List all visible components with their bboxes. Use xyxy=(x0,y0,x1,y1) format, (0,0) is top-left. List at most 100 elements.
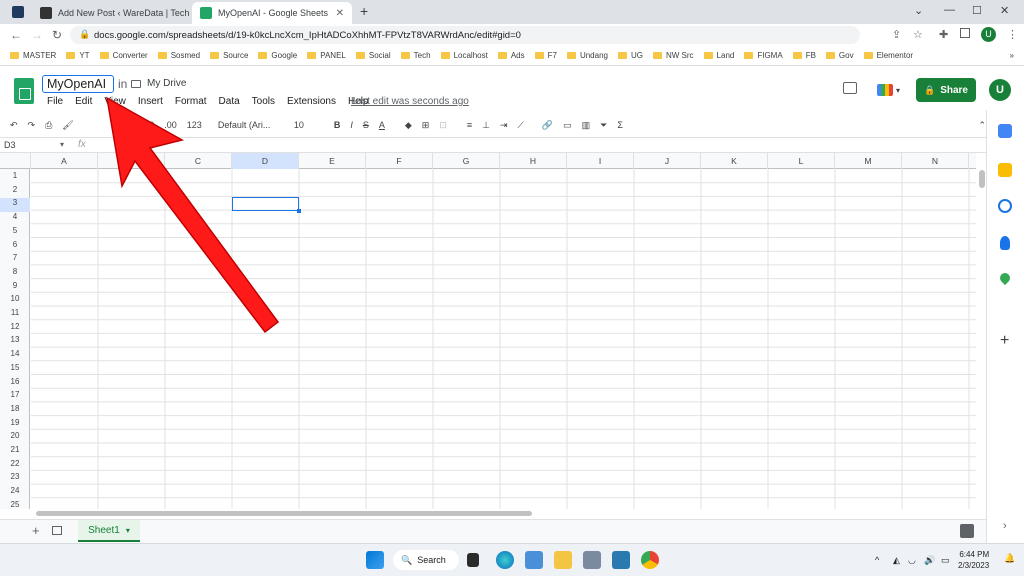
bookmark-item[interactable]: Localhost xyxy=(440,51,488,60)
row-header-16[interactable]: 16 xyxy=(0,377,30,391)
url-input[interactable]: 🔒 docs.google.com/spreadsheets/d/19-k0kc… xyxy=(70,26,860,44)
notifications-icon[interactable]: 🔔 xyxy=(1004,553,1015,564)
chrome-menu-icon[interactable]: ⋮ xyxy=(1007,28,1018,41)
row-header-10[interactable]: 10 xyxy=(0,294,30,308)
menu-insert[interactable]: Insert xyxy=(138,96,163,107)
bookmark-item[interactable]: UG xyxy=(617,51,643,60)
chrome-icon[interactable] xyxy=(641,551,659,569)
redo-icon[interactable]: ↷ xyxy=(28,120,36,131)
bookmark-item[interactable]: F7 xyxy=(534,51,557,60)
all-sheets-icon[interactable] xyxy=(52,526,62,535)
comment-history-icon[interactable] xyxy=(843,82,857,94)
bookmark-item[interactable]: FB xyxy=(792,51,816,60)
row-header-19[interactable]: 19 xyxy=(0,418,30,432)
bookmark-item[interactable]: Gov xyxy=(825,51,854,60)
selected-cell[interactable] xyxy=(232,197,299,211)
increase-decimal-button[interactable]: .00 xyxy=(164,120,177,130)
print-icon[interactable]: ⎙ xyxy=(45,120,52,131)
battery-icon[interactable]: ▭ xyxy=(941,555,950,566)
insert-comment-icon[interactable]: ▭ xyxy=(563,120,572,131)
column-header-j[interactable]: J xyxy=(634,153,701,169)
cell-grid[interactable] xyxy=(31,169,976,509)
column-header-h[interactable]: H xyxy=(500,153,567,169)
forward-icon[interactable]: → xyxy=(31,28,43,42)
row-header-2[interactable]: 2 xyxy=(0,185,30,199)
windows-start-icon[interactable] xyxy=(366,551,384,569)
column-header-a[interactable]: A xyxy=(31,153,98,169)
bookmark-item[interactable]: PANEL xyxy=(307,51,346,60)
bold-button[interactable]: B xyxy=(334,120,341,130)
sheet-tab-caret-icon[interactable]: ▾ xyxy=(126,526,130,535)
column-header-b[interactable]: B xyxy=(98,153,165,169)
contacts-icon[interactable] xyxy=(1000,236,1010,250)
number-format-button[interactable]: 123 xyxy=(187,120,202,130)
text-color-button[interactable]: A xyxy=(379,120,385,130)
row-header-12[interactable]: 12 xyxy=(0,322,30,336)
text-rotation-icon[interactable]: ⟋ xyxy=(518,120,524,131)
name-box[interactable]: D3 xyxy=(4,140,16,150)
undo-icon[interactable]: ↶ xyxy=(10,120,18,131)
share-page-icon[interactable]: ⇪ xyxy=(892,28,901,41)
location-my-drive[interactable]: My Drive xyxy=(131,78,186,89)
row-header-20[interactable]: 20 xyxy=(0,431,30,445)
tab-search-chevron-icon[interactable]: ⌄ xyxy=(914,4,923,17)
wifi-icon[interactable]: ◡ xyxy=(908,555,916,566)
column-header-l[interactable]: L xyxy=(768,153,835,169)
back-icon[interactable]: ← xyxy=(10,28,22,42)
row-header-17[interactable]: 17 xyxy=(0,390,30,404)
currency-format-button[interactable]: $ xyxy=(114,120,119,130)
menu-format[interactable]: Format xyxy=(175,96,207,107)
bookmark-star-icon[interactable]: ☆ xyxy=(913,28,923,41)
select-all-corner[interactable] xyxy=(0,153,31,169)
tray-app-icon[interactable]: ◭ xyxy=(893,555,900,566)
row-header-8[interactable]: 8 xyxy=(0,267,30,281)
column-header-f[interactable]: F xyxy=(366,153,433,169)
row-header-22[interactable]: 22 xyxy=(0,459,30,473)
row-header-1[interactable]: 1 xyxy=(0,171,30,185)
name-box-caret-icon[interactable]: ▾ xyxy=(60,140,64,149)
close-tab-icon[interactable]: ✕ xyxy=(330,8,344,19)
column-header-m[interactable]: M xyxy=(835,153,902,169)
browser-tab-wordpress[interactable]: Add New Post ‹ WareData | Tech ✕ xyxy=(32,2,192,24)
app-icon[interactable] xyxy=(612,551,630,569)
bookmark-item[interactable]: Converter xyxy=(99,51,148,60)
menu-file[interactable]: File xyxy=(47,96,63,107)
sheet-tab-sheet1[interactable]: Sheet1 ▾ xyxy=(78,520,140,542)
keep-icon[interactable] xyxy=(998,163,1012,177)
file-explorer-icon[interactable] xyxy=(554,551,572,569)
decrease-decimal-button[interactable]: .0 xyxy=(147,120,155,130)
font-size-select[interactable]: 10 xyxy=(294,120,324,130)
row-header-14[interactable]: 14 xyxy=(0,349,30,363)
bookmarks-overflow-button[interactable]: » xyxy=(1010,51,1014,60)
sheets-logo-icon[interactable] xyxy=(14,78,34,104)
row-header-24[interactable]: 24 xyxy=(0,486,30,500)
volume-icon[interactable]: 🔊 xyxy=(924,555,935,566)
share-button[interactable]: 🔒 Share xyxy=(916,78,976,102)
side-panel-icon[interactable] xyxy=(960,28,970,38)
italic-button[interactable]: I xyxy=(350,120,353,130)
bookmark-item[interactable]: Ads xyxy=(497,51,525,60)
menu-view[interactable]: View xyxy=(104,96,126,107)
bookmark-item[interactable]: Undang xyxy=(566,51,608,60)
edge-icon[interactable] xyxy=(496,551,514,569)
tab-search-icon[interactable] xyxy=(12,6,24,18)
font-family-select[interactable]: Default (Ari... xyxy=(218,120,280,130)
profile-avatar[interactable]: U xyxy=(981,27,996,42)
explore-icon[interactable] xyxy=(960,524,974,538)
bookmark-item[interactable]: Elementor xyxy=(863,51,913,60)
row-header-5[interactable]: 5 xyxy=(0,226,30,240)
row-header-6[interactable]: 6 xyxy=(0,240,30,254)
bookmark-item[interactable]: MASTER xyxy=(10,51,56,60)
bookmark-item[interactable]: FIGMA xyxy=(744,51,783,60)
insert-chart-icon[interactable]: ▥ xyxy=(582,120,591,131)
close-window-button[interactable]: ✕ xyxy=(1000,4,1009,17)
merge-cells-icon[interactable]: ⊡ xyxy=(439,120,447,131)
bookmark-item[interactable]: Google xyxy=(258,51,297,60)
bookmark-item[interactable]: Source xyxy=(210,51,248,60)
row-header-3[interactable]: 3 xyxy=(0,198,30,213)
reload-icon[interactable]: ↻ xyxy=(52,28,62,42)
insert-link-icon[interactable]: 🔗 xyxy=(542,120,553,131)
last-edit-link[interactable]: Last edit was seconds ago xyxy=(351,96,469,107)
row-header-18[interactable]: 18 xyxy=(0,404,30,418)
column-header-i[interactable]: I xyxy=(567,153,634,169)
